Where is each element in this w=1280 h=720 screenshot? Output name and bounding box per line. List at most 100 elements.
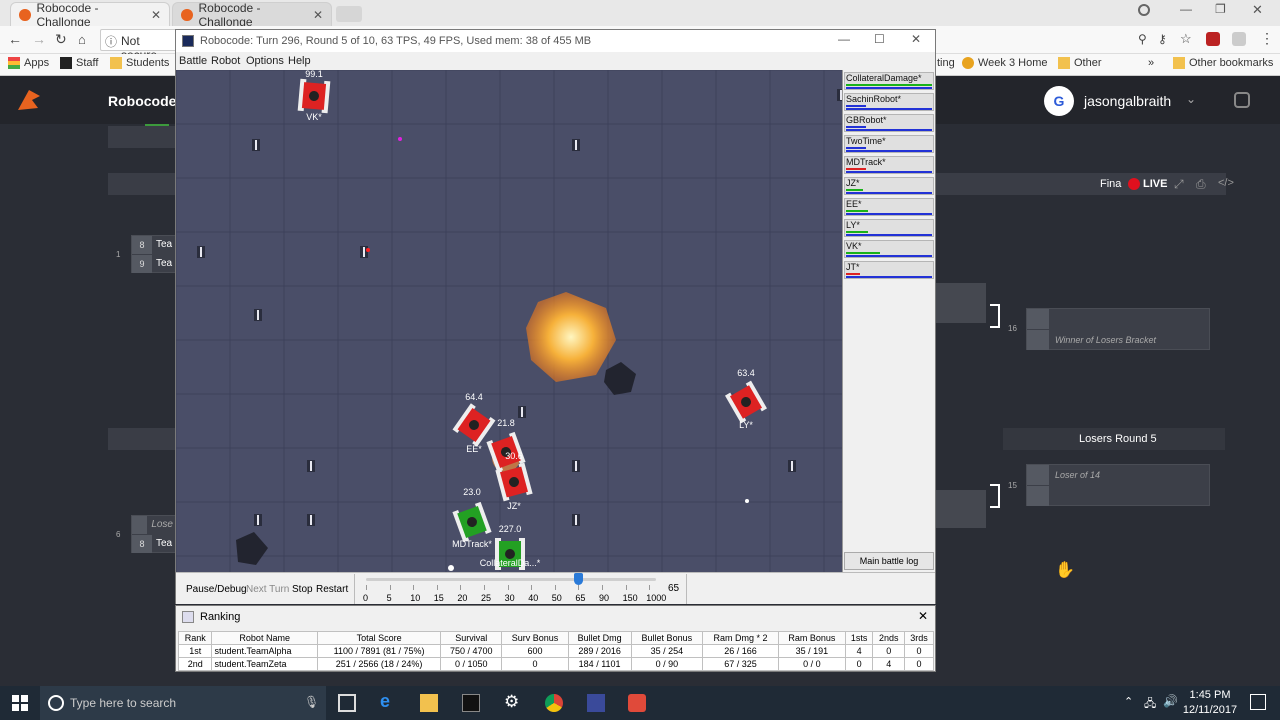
bookmarks-overflow[interactable]: » bbox=[1148, 57, 1154, 69]
table-row[interactable]: 1st student.TeamAlpha 1100 / 7891 (81 / … bbox=[177, 644, 935, 658]
col-header[interactable]: 3rds bbox=[903, 631, 935, 645]
close-icon[interactable]: ✕ bbox=[911, 32, 921, 46]
robot-list-item[interactable]: JT* bbox=[844, 261, 934, 279]
windows-start-icon[interactable] bbox=[12, 695, 28, 711]
match-16[interactable]: Winner of Losers Bracket bbox=[1026, 308, 1210, 350]
robot-list-item[interactable]: MDTrack* bbox=[844, 156, 934, 174]
taskbar-time[interactable]: 1:45 PM bbox=[1185, 689, 1235, 701]
menu-robot[interactable]: Robot bbox=[211, 55, 240, 67]
match-prev[interactable] bbox=[936, 283, 986, 323]
challonge-taskbar-icon[interactable] bbox=[628, 694, 646, 712]
menu-options[interactable]: Options bbox=[246, 55, 284, 67]
robot-list-item[interactable]: JZ* bbox=[844, 177, 934, 195]
key-icon[interactable]: ⚷ bbox=[1158, 32, 1167, 46]
col-header[interactable]: 2nds bbox=[872, 631, 905, 645]
taskbar-search-box[interactable]: Type here to search 🎙 bbox=[40, 686, 326, 720]
col-header[interactable]: 1sts bbox=[844, 631, 874, 645]
minimize-icon[interactable]: — bbox=[1180, 2, 1192, 16]
network-icon[interactable]: 🖧 bbox=[1144, 695, 1156, 714]
minimize-icon[interactable]: — bbox=[838, 32, 850, 46]
challonge-logo-icon[interactable] bbox=[14, 86, 44, 116]
bookmark-students[interactable]: Students bbox=[110, 57, 169, 69]
bookmark-other[interactable]: Other bbox=[1058, 57, 1102, 69]
close-tab-icon[interactable]: ✕ bbox=[313, 8, 323, 22]
reload-icon[interactable]: ↻ bbox=[55, 31, 67, 48]
robot-list-item[interactable]: VK* bbox=[844, 240, 934, 258]
maximize-icon[interactable]: ☐ bbox=[874, 32, 885, 46]
task-view-icon[interactable] bbox=[338, 694, 356, 712]
match-1[interactable]: 8 Tea 9 Tea bbox=[131, 235, 176, 273]
close-icon[interactable]: ✕ bbox=[918, 609, 928, 623]
robot-list-item[interactable]: SachinRobot* bbox=[844, 93, 934, 111]
col-header[interactable]: Surv Bonus bbox=[501, 631, 569, 645]
chevron-down-icon[interactable]: ⌄ bbox=[1186, 92, 1196, 106]
robot-list-item[interactable]: CollateralDamage* bbox=[844, 72, 934, 90]
notifications-icon[interactable] bbox=[1250, 694, 1266, 710]
tray-overflow-icon[interactable]: ⌃ bbox=[1124, 695, 1133, 708]
close-tab-icon[interactable]: ✕ bbox=[151, 8, 161, 22]
next-turn-button[interactable]: Next Turn bbox=[246, 584, 289, 595]
new-tab-button[interactable] bbox=[336, 6, 362, 22]
bookmark-ting[interactable]: ting bbox=[937, 57, 955, 69]
embed-code-icon[interactable]: </> bbox=[1218, 177, 1234, 189]
close-window-icon[interactable]: ✕ bbox=[1252, 2, 1263, 18]
match-prev[interactable] bbox=[936, 490, 986, 528]
profile-icon[interactable] bbox=[1138, 4, 1150, 16]
cmd-icon[interactable] bbox=[462, 694, 480, 712]
chrome-icon[interactable] bbox=[545, 694, 563, 712]
robot-list-item[interactable]: GBRobot* bbox=[844, 114, 934, 132]
robot-list-item[interactable]: EE* bbox=[844, 198, 934, 216]
taskbar-date[interactable]: 12/11/2017 bbox=[1181, 704, 1239, 716]
table-row[interactable]: 2nd student.TeamZeta 251 / 2566 (18 / 24… bbox=[177, 657, 935, 671]
col-header[interactable]: Ram Bonus bbox=[777, 631, 846, 645]
bookmark-star-icon[interactable]: ☆ bbox=[1180, 31, 1192, 47]
search-icon[interactable]: ⚲ bbox=[1138, 32, 1147, 46]
match-6[interactable]: Lose 8 Tea bbox=[131, 515, 176, 553]
avatar[interactable]: G bbox=[1044, 86, 1074, 116]
settings-gear-icon[interactable]: ⚙ bbox=[504, 692, 522, 711]
main-battle-log-button[interactable]: Main battle log bbox=[844, 552, 934, 570]
file-explorer-icon[interactable] bbox=[420, 694, 438, 712]
home-icon[interactable]: ⌂ bbox=[78, 32, 86, 47]
tps-tick-mark bbox=[649, 585, 651, 590]
restore-icon[interactable]: ❐ bbox=[1215, 2, 1226, 16]
bookmark-other-bookmarks[interactable]: Other bookmarks bbox=[1173, 57, 1273, 69]
col-header[interactable]: Survival bbox=[440, 631, 503, 645]
stop-button[interactable]: Stop bbox=[292, 584, 313, 595]
edge-icon[interactable]: e bbox=[380, 691, 398, 711]
robot-list-item[interactable]: LY* bbox=[844, 219, 934, 237]
col-header[interactable]: Ram Dmg * 2 bbox=[702, 631, 779, 645]
menu-kebab-icon[interactable]: ⋮ bbox=[1260, 30, 1274, 47]
fullscreen-icon[interactable]: ⤢ bbox=[1174, 177, 1184, 192]
tps-slider-track[interactable] bbox=[366, 578, 656, 581]
extension-icon[interactable] bbox=[1206, 32, 1220, 46]
bookmark-staff[interactable]: Staff bbox=[60, 57, 98, 69]
address-bar[interactable]: ⓘ Not secure bbox=[100, 29, 180, 62]
bookmark-apps[interactable]: Apps bbox=[8, 57, 49, 69]
tps-slider-thumb[interactable] bbox=[574, 573, 584, 585]
col-header[interactable]: Rank bbox=[177, 631, 213, 645]
menu-battle[interactable]: Battle bbox=[179, 55, 207, 67]
robocode-taskbar-icon[interactable] bbox=[587, 694, 605, 712]
print-icon[interactable]: ⎙ bbox=[1196, 177, 1206, 192]
col-header[interactable]: Bullet Dmg bbox=[567, 631, 632, 645]
menu-help[interactable]: Help bbox=[288, 55, 311, 67]
restart-button[interactable]: Restart bbox=[316, 584, 348, 595]
col-header[interactable]: Total Score bbox=[316, 631, 442, 645]
bookmark-week3[interactable]: Week 3 Home bbox=[962, 57, 1048, 69]
back-icon[interactable]: ← bbox=[8, 31, 22, 47]
match-15[interactable]: Loser of 14 bbox=[1026, 464, 1210, 506]
browser-tab-2[interactable]: Robocode - Challonge ✕ bbox=[172, 1, 332, 29]
col-header[interactable]: Robot Name bbox=[211, 631, 318, 645]
volume-icon[interactable]: 🔊 bbox=[1163, 694, 1178, 708]
live-label[interactable]: LIVE bbox=[1143, 178, 1167, 190]
pause-debug-button[interactable]: Pause/Debug bbox=[186, 584, 247, 595]
extension-icon[interactable] bbox=[1232, 32, 1246, 46]
username[interactable]: jasongalbraith bbox=[1084, 93, 1171, 109]
browser-tab-1[interactable]: Robocode - Challonge ✕ bbox=[10, 1, 170, 29]
brand-title[interactable]: Robocode bbox=[108, 93, 176, 109]
col-header[interactable]: Bullet Bonus bbox=[630, 631, 704, 645]
settings-icon[interactable] bbox=[1234, 92, 1250, 108]
forward-icon[interactable]: → bbox=[32, 31, 46, 47]
robot-list-item[interactable]: TwoTime* bbox=[844, 135, 934, 153]
